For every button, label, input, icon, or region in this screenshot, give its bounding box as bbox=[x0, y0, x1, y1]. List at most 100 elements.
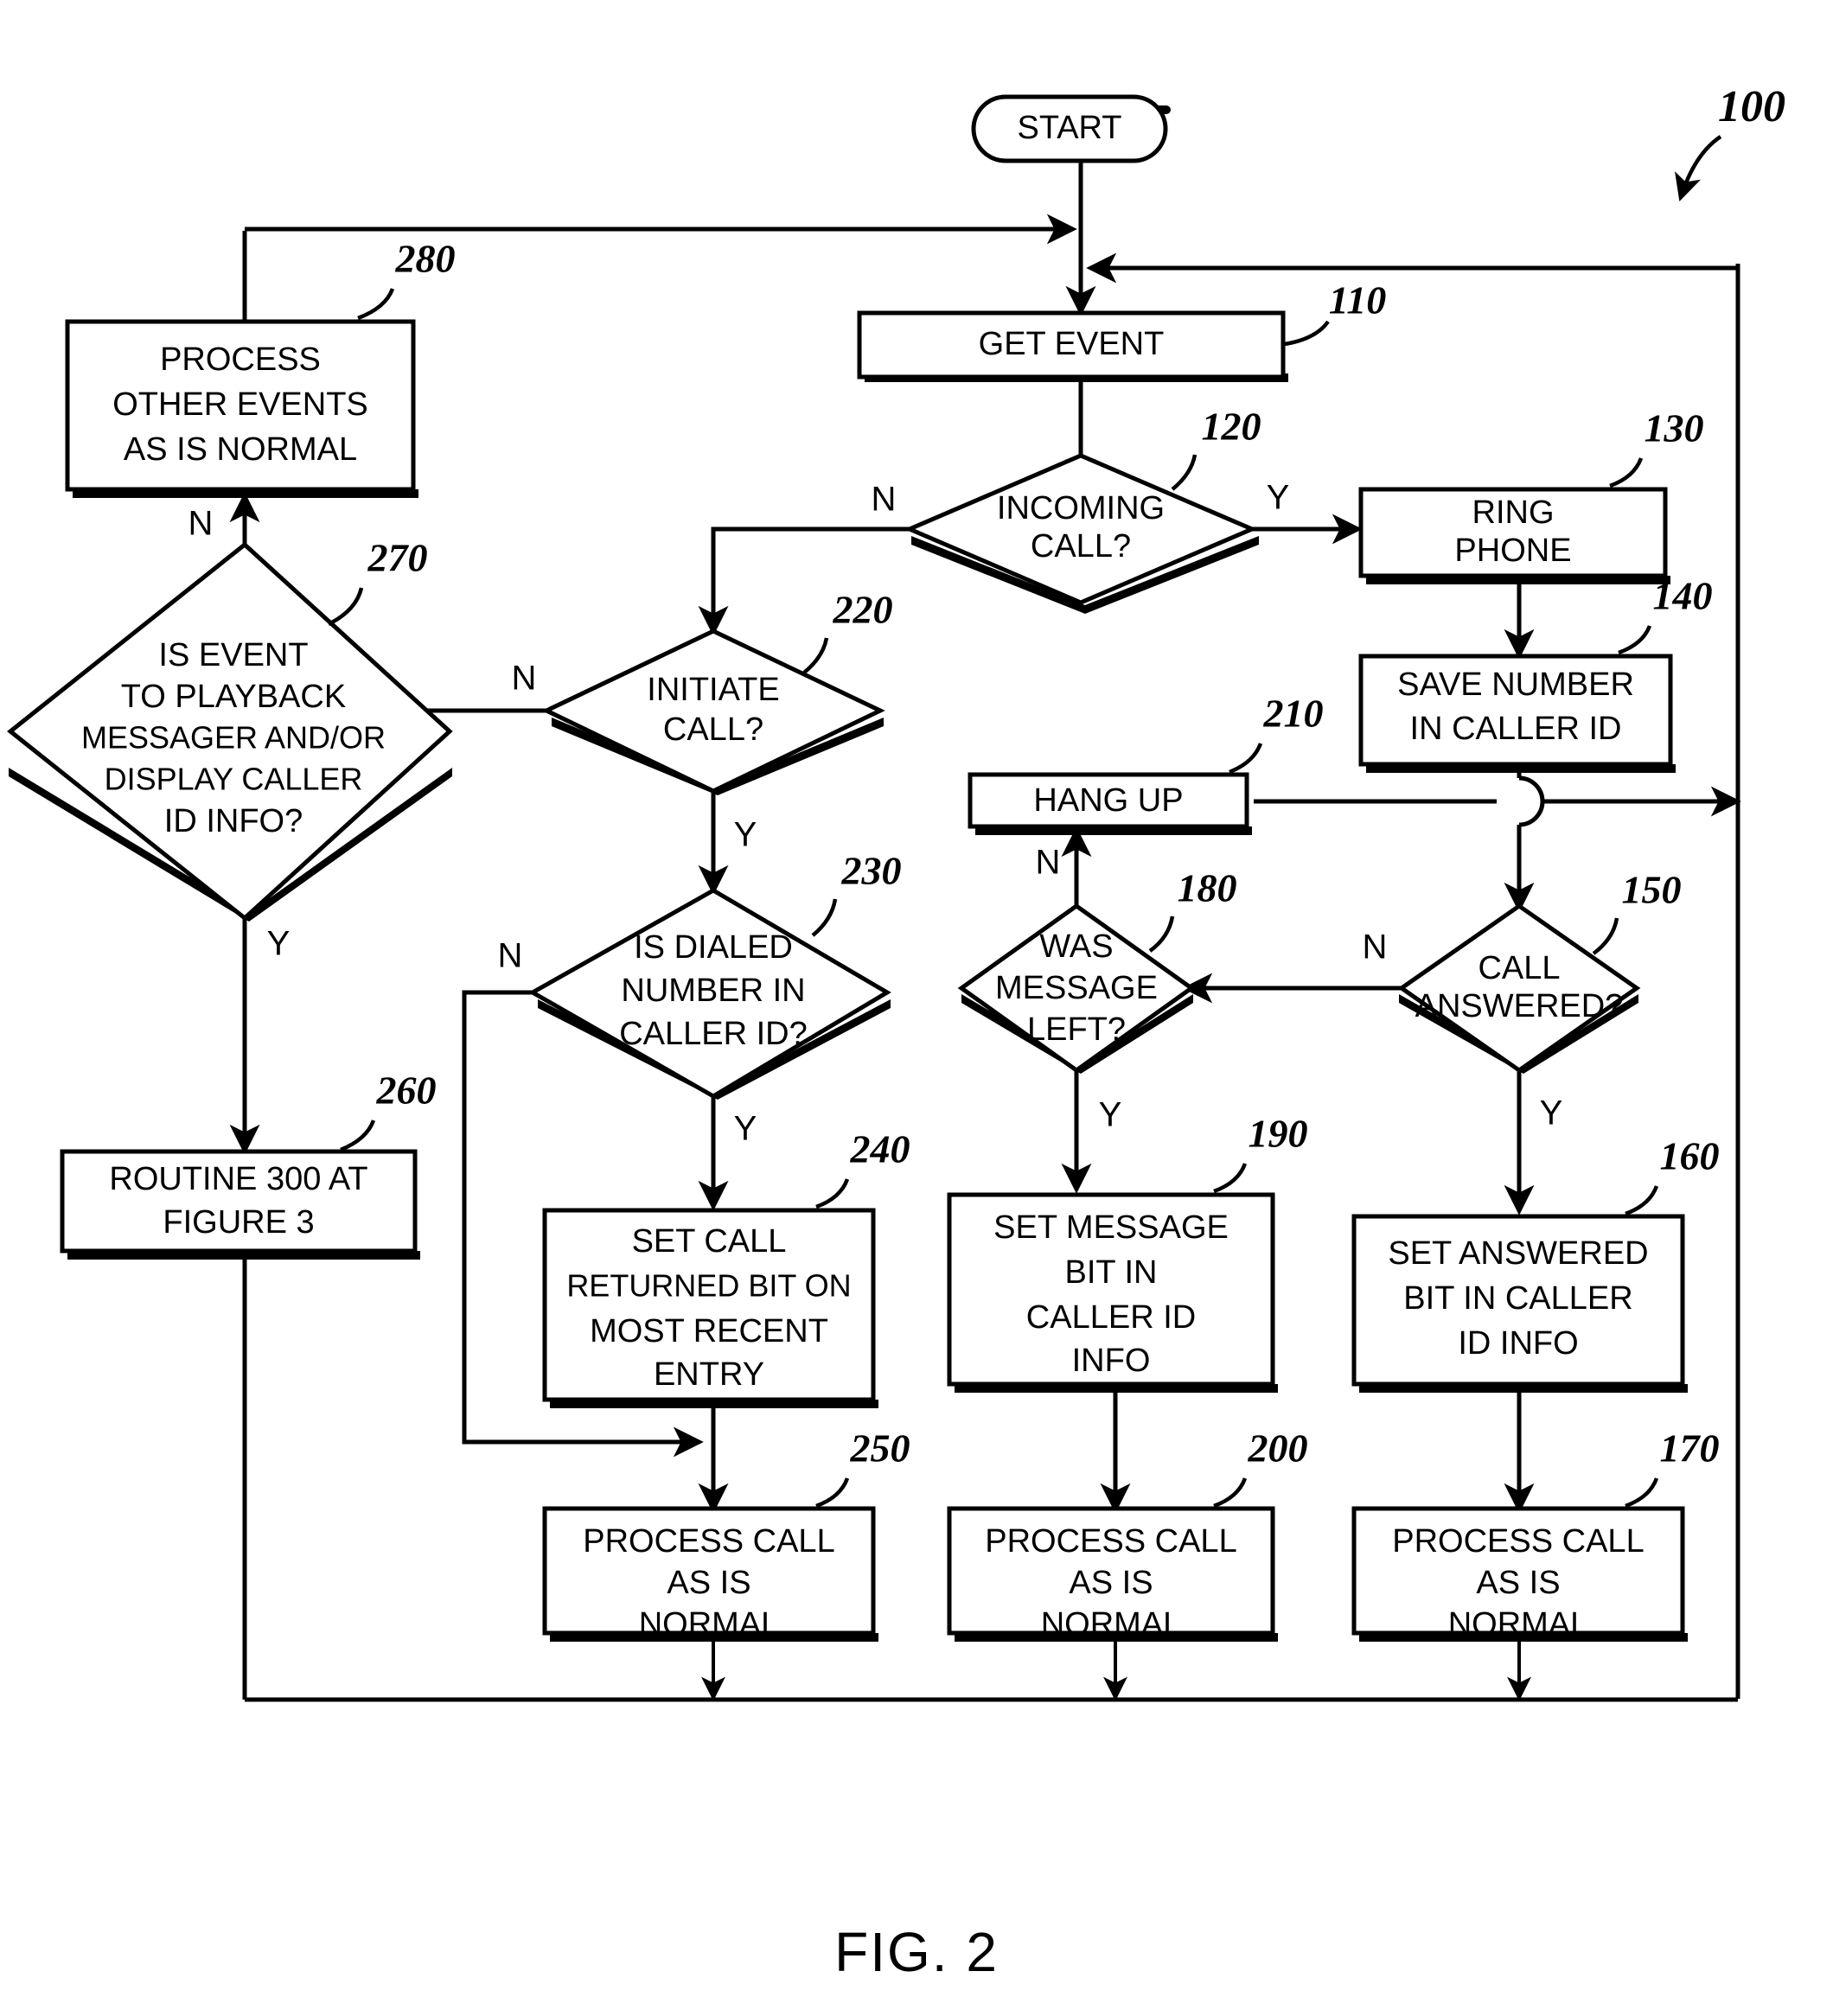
ref-100-lead-arrow bbox=[1675, 135, 1722, 201]
ref-260-label: 260 bbox=[376, 1069, 437, 1113]
branch-playback-y: Y bbox=[267, 925, 291, 963]
set-returned-line4: ENTRY bbox=[654, 1356, 764, 1393]
branch-incoming-n: N bbox=[872, 481, 897, 519]
node-ring-phone[interactable]: RING PHONE bbox=[1358, 487, 1670, 584]
ring-phone-line2: PHONE bbox=[1454, 533, 1571, 569]
branch-dialed-n: N bbox=[498, 937, 523, 975]
get-event-label: GET EVENT bbox=[979, 326, 1165, 362]
ref-230-label: 230 bbox=[841, 849, 902, 893]
proc170-line2: AS IS bbox=[1476, 1565, 1560, 1601]
initiate-call-line1: INITIATE bbox=[647, 672, 779, 708]
node-incoming-call[interactable]: INCOMING CALL? bbox=[904, 453, 1259, 614]
node-process-other-events[interactable]: PROCESS OTHER EVENTS AS IS NORMAL bbox=[65, 319, 418, 498]
proc250-line1: PROCESS CALL bbox=[583, 1523, 834, 1560]
branch-incoming-y: Y bbox=[1267, 479, 1290, 517]
ref-120-label: 120 bbox=[1202, 405, 1261, 449]
set-answered-line3: ID INFO bbox=[1458, 1325, 1578, 1362]
playback-line4: DISPLAY CALLER bbox=[105, 762, 363, 797]
ref-100-label: 100 bbox=[1718, 82, 1785, 131]
ref-270: 270 bbox=[327, 536, 428, 627]
proc200-line2: AS IS bbox=[1069, 1565, 1153, 1601]
dialed-number-line1: IS DIALED bbox=[634, 929, 793, 966]
node-message-left[interactable]: WAS MESSAGE LEFT? bbox=[957, 903, 1196, 1074]
proc200-line3: NORMAL bbox=[1041, 1606, 1182, 1643]
dialed-number-line3: CALLER ID? bbox=[619, 1016, 808, 1052]
ring-phone-line1: RING bbox=[1472, 494, 1555, 531]
playback-line5: ID INFO? bbox=[164, 803, 303, 839]
call-answered-line2: ANSWERED? bbox=[1415, 988, 1624, 1024]
message-left-line1: WAS bbox=[1039, 928, 1113, 965]
ref-250-label: 250 bbox=[850, 1426, 910, 1471]
set-returned-line2: RETURNED BIT ON bbox=[566, 1268, 851, 1304]
node-playback-event[interactable]: IS EVENT TO PLAYBACK MESSAGER AND/OR DIS… bbox=[6, 541, 453, 922]
set-message-line3: CALLER ID bbox=[1026, 1299, 1196, 1336]
node-set-returned-bit[interactable]: SET CALL RETURNED BIT ON MOST RECENT ENT… bbox=[542, 1208, 878, 1408]
routine-line2: FIGURE 3 bbox=[163, 1204, 314, 1241]
hang-up-label: HANG UP bbox=[1033, 782, 1183, 819]
ref-140-label: 140 bbox=[1653, 574, 1713, 618]
ref-110: 110 bbox=[1284, 278, 1386, 347]
message-left-line3: LEFT? bbox=[1027, 1011, 1126, 1048]
initiate-call-line2: CALL? bbox=[663, 711, 763, 748]
ref-180: 180 bbox=[1148, 866, 1237, 953]
set-message-line1: SET MESSAGE bbox=[993, 1209, 1229, 1246]
node-call-answered[interactable]: CALL ANSWERED? bbox=[1397, 903, 1641, 1074]
playback-line2: TO PLAYBACK bbox=[121, 679, 346, 715]
set-answered-line2: BIT IN CALLER bbox=[1403, 1280, 1632, 1317]
flowchart-svg: START GET EVENT 110 INCOMING CALL? 120 N… bbox=[6, 82, 1785, 1983]
ref-240-label: 240 bbox=[850, 1127, 910, 1171]
ref-110-label: 110 bbox=[1329, 278, 1386, 322]
ref-240: 240 bbox=[815, 1127, 910, 1209]
figure-canvas: START GET EVENT 110 INCOMING CALL? 120 N… bbox=[0, 0, 1833, 2016]
set-message-line2: BIT IN bbox=[1065, 1254, 1158, 1291]
set-answered-line1: SET ANSWERED bbox=[1388, 1235, 1648, 1272]
incoming-call-line1: INCOMING bbox=[997, 490, 1165, 526]
set-returned-line1: SET CALL bbox=[632, 1223, 787, 1260]
line-hop-arc bbox=[1518, 775, 1545, 827]
ref-220: 220 bbox=[802, 588, 893, 674]
ref-200: 200 bbox=[1213, 1426, 1308, 1509]
node-process-call-170[interactable]: PROCESS CALL AS IS NORMAL bbox=[1351, 1506, 1688, 1643]
incoming-call-line2: CALL? bbox=[1031, 528, 1131, 565]
ref-280-label: 280 bbox=[395, 237, 456, 281]
playback-line3: MESSAGER AND/OR bbox=[81, 720, 386, 756]
ref-210-label: 210 bbox=[1263, 692, 1324, 736]
node-initiate-call[interactable]: INITIATE CALL? bbox=[541, 628, 885, 795]
start-label: START bbox=[1017, 110, 1121, 146]
ref-150-label: 150 bbox=[1622, 868, 1682, 912]
ref-120: 120 bbox=[1171, 405, 1261, 491]
node-save-number[interactable]: SAVE NUMBER IN CALLER ID bbox=[1358, 654, 1676, 773]
node-start[interactable]: START bbox=[971, 94, 1171, 163]
node-get-event[interactable]: GET EVENT bbox=[857, 310, 1288, 382]
ref-230: 230 bbox=[811, 849, 902, 937]
node-dialed-number[interactable]: IS DIALED NUMBER IN CALLER ID? bbox=[527, 888, 891, 1100]
branch-answered-n: N bbox=[1363, 928, 1388, 967]
ref-140: 140 bbox=[1618, 574, 1713, 655]
dialed-number-line2: NUMBER IN bbox=[621, 973, 805, 1009]
set-returned-line3: MOST RECENT bbox=[590, 1313, 828, 1349]
node-routine-300[interactable]: ROUTINE 300 AT FIGURE 3 bbox=[60, 1149, 420, 1260]
ref-170: 170 bbox=[1625, 1426, 1720, 1509]
node-set-message-bit[interactable]: SET MESSAGE BIT IN CALLER ID INFO bbox=[947, 1192, 1278, 1393]
ref-130-label: 130 bbox=[1645, 406, 1704, 450]
ref-150: 150 bbox=[1592, 868, 1682, 955]
ref-220-label: 220 bbox=[833, 588, 893, 632]
node-hang-up[interactable]: HANG UP bbox=[968, 772, 1252, 835]
branch-dialed-y: Y bbox=[734, 1110, 757, 1148]
routine-line1: ROUTINE 300 AT bbox=[109, 1161, 367, 1197]
proc170-line1: PROCESS CALL bbox=[1392, 1523, 1644, 1560]
node-process-call-250[interactable]: PROCESS CALL AS IS NORMAL bbox=[542, 1506, 878, 1643]
ref-160-label: 160 bbox=[1660, 1134, 1720, 1178]
ref-160: 160 bbox=[1625, 1134, 1720, 1216]
node-process-call-200[interactable]: PROCESS CALL AS IS NORMAL bbox=[947, 1506, 1278, 1643]
ref-180-label: 180 bbox=[1178, 866, 1237, 910]
save-number-line2: IN CALLER ID bbox=[1410, 711, 1622, 747]
save-number-line1: SAVE NUMBER bbox=[1397, 667, 1634, 703]
ref-100: 100 bbox=[1675, 82, 1785, 201]
node-set-answered-bit[interactable]: SET ANSWERED BIT IN CALLER ID INFO bbox=[1351, 1214, 1688, 1393]
proc170-line3: NORMAL bbox=[1448, 1606, 1589, 1643]
ref-250: 250 bbox=[815, 1426, 910, 1509]
ref-210: 210 bbox=[1229, 692, 1324, 775]
branch-msgleft-y: Y bbox=[1099, 1096, 1122, 1134]
branch-answered-y: Y bbox=[1540, 1094, 1563, 1132]
